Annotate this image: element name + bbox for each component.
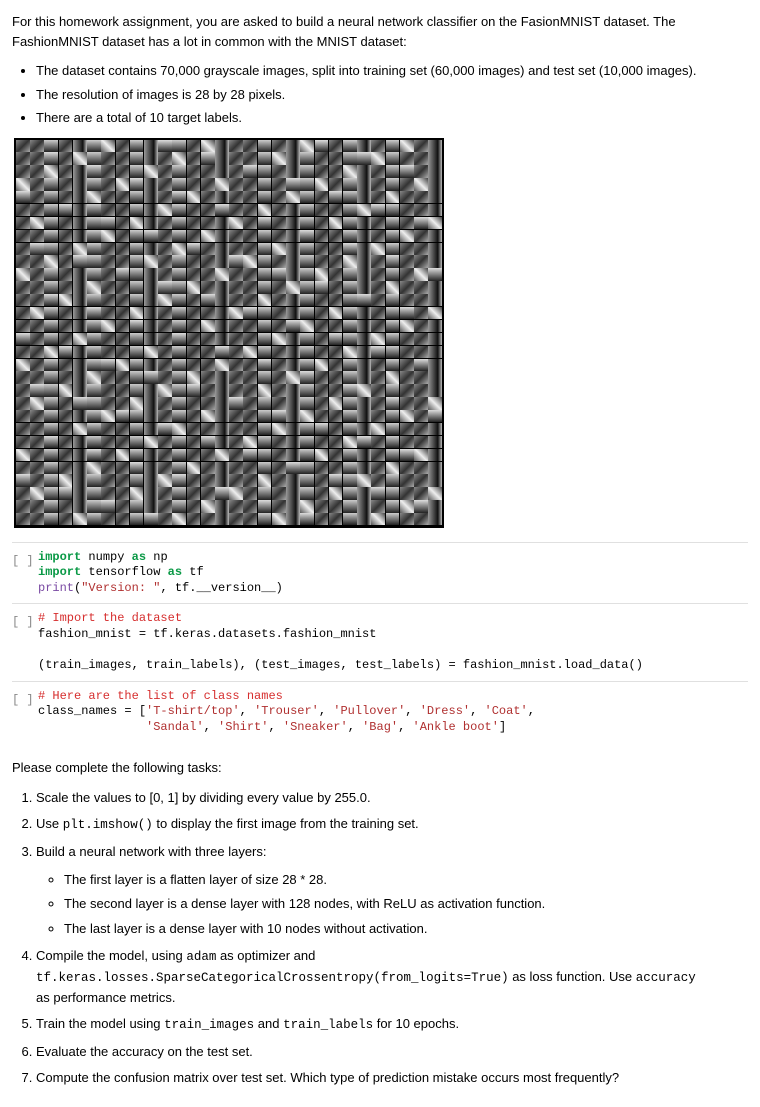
code-content: # Import the dataset fashion_mnist = tf.… xyxy=(38,611,643,673)
code-cell-2[interactable]: [ ] # Import the dataset fashion_mnist =… xyxy=(12,606,748,678)
cell-prompt: [ ] xyxy=(12,611,38,673)
code-content: import numpy as np import tensorflow as … xyxy=(38,550,283,597)
fashion-mnist-grid-image xyxy=(14,138,444,528)
task-item-4: Compile the model, using adam as optimiz… xyxy=(36,946,748,1007)
sub-item: The second layer is a dense layer with 1… xyxy=(64,894,748,914)
task-3-sublist: The first layer is a flatten layer of si… xyxy=(64,870,748,939)
cell-prompt: [ ] xyxy=(12,550,38,597)
task-item-1: Scale the values to [0, 1] by dividing e… xyxy=(36,788,748,808)
task-item-2: Use plt.imshow() to display the first im… xyxy=(36,814,748,835)
code-content: # Here are the list of class names class… xyxy=(38,689,535,736)
sub-item: The last layer is a dense layer with 10 … xyxy=(64,919,748,939)
code-cell-3-wrapper: [ ] # Here are the list of class names c… xyxy=(12,681,748,743)
inline-code: adam xyxy=(186,950,216,964)
inline-code: tf.keras.losses.SparseCategoricalCrossen… xyxy=(36,971,509,985)
bullet-item: The resolution of images is 28 by 28 pix… xyxy=(36,85,748,105)
task-item-6: Evaluate the accuracy on the test set. xyxy=(36,1042,748,1062)
code-cell-3[interactable]: [ ] # Here are the list of class names c… xyxy=(12,684,748,741)
inline-code: train_images xyxy=(164,1018,254,1032)
code-cell-1-wrapper: [ ] import numpy as np import tensorflow… xyxy=(12,542,748,604)
bullet-item: The dataset contains 70,000 grayscale im… xyxy=(36,61,748,81)
tasks-heading: Please complete the following tasks: xyxy=(12,758,748,778)
task-item-7: Compute the confusion matrix over test s… xyxy=(36,1068,748,1088)
inline-code: train_labels xyxy=(283,1018,373,1032)
cell-prompt: [ ] xyxy=(12,689,38,736)
intro-paragraph: For this homework assignment, you are as… xyxy=(12,12,748,51)
bullet-item: There are a total of 10 target labels. xyxy=(36,108,748,128)
intro-bullet-list: The dataset contains 70,000 grayscale im… xyxy=(36,61,748,128)
tasks-ordered-list: Scale the values to [0, 1] by dividing e… xyxy=(36,788,748,1088)
inline-code: plt.imshow() xyxy=(63,818,153,832)
code-cell-2-wrapper: [ ] # Import the dataset fashion_mnist =… xyxy=(12,603,748,680)
task-item-5: Train the model using train_images and t… xyxy=(36,1014,748,1035)
inline-code: accuracy xyxy=(636,971,696,985)
task-item-3: Build a neural network with three layers… xyxy=(36,842,748,938)
code-cell-1[interactable]: [ ] import numpy as np import tensorflow… xyxy=(12,545,748,602)
sub-item: The first layer is a flatten layer of si… xyxy=(64,870,748,890)
